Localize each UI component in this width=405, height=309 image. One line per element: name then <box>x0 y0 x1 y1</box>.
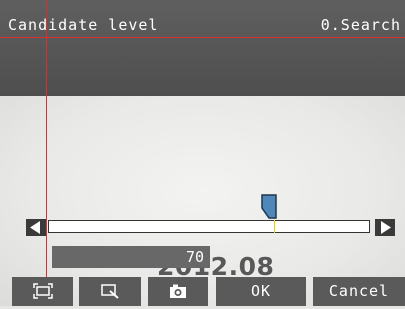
fit-view-button[interactable] <box>12 277 73 306</box>
slider-increase-button[interactable] <box>375 219 395 236</box>
red-horizontal-guide <box>0 37 405 38</box>
slider-track[interactable] <box>48 220 370 233</box>
slider-decrease-button[interactable] <box>26 219 46 236</box>
arrow-left-icon <box>30 221 40 234</box>
slider-marker <box>274 220 276 233</box>
zoom-icon <box>101 284 119 299</box>
zoom-button[interactable] <box>79 277 141 306</box>
value-display: 70 <box>185 248 204 266</box>
search-mode-label: 0.Search <box>320 16 401 34</box>
header-bar: Candidate level 0.Search <box>0 0 405 96</box>
fit-frame-icon <box>32 283 53 299</box>
slider-thumb-icon <box>261 194 278 219</box>
ok-button[interactable]: OK <box>216 277 306 306</box>
capture-button[interactable] <box>148 277 208 306</box>
page-title: Candidate level <box>8 16 159 34</box>
red-vertical-guide <box>46 0 47 306</box>
slider-thumb[interactable] <box>261 194 278 220</box>
arrow-right-icon <box>381 221 391 234</box>
cancel-button[interactable]: Cancel <box>313 277 405 306</box>
camera-image: 2012.08 <box>0 96 405 306</box>
value-field[interactable]: 70 <box>52 246 210 268</box>
camera-icon <box>170 284 186 298</box>
